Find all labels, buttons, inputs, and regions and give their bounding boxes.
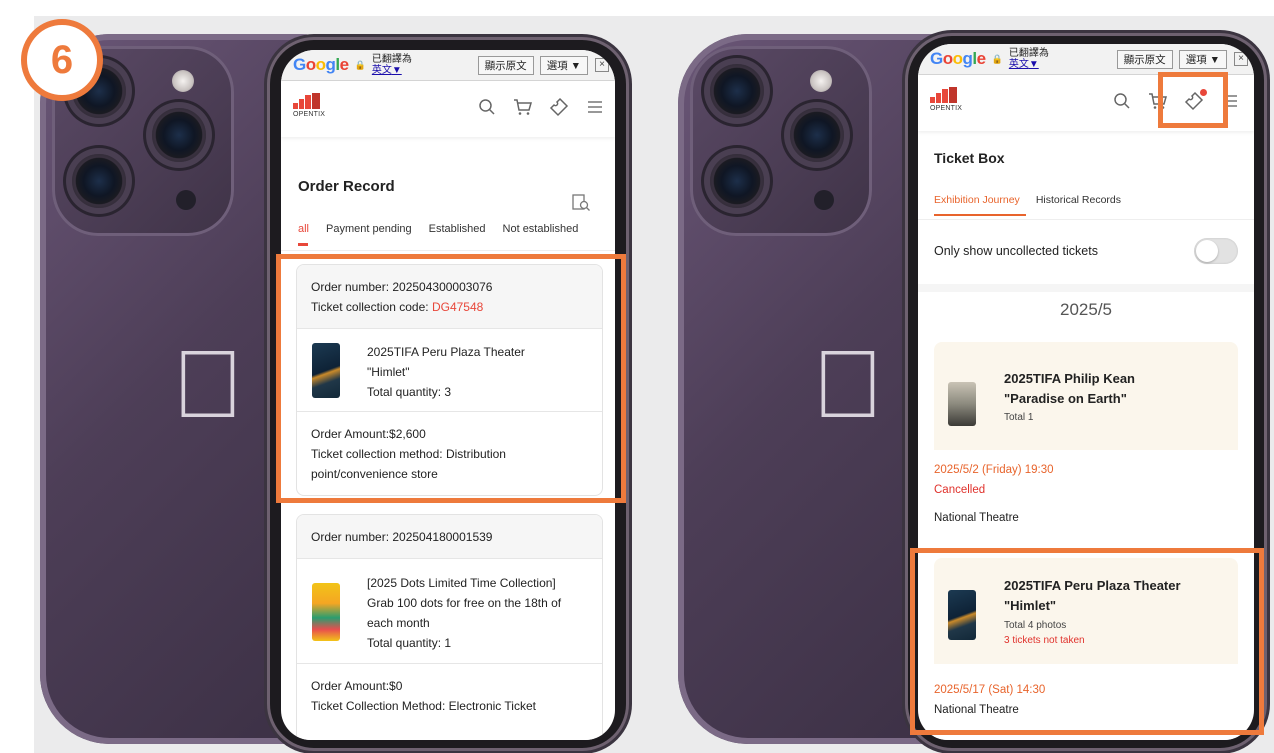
ticket-icon[interactable] <box>549 97 569 117</box>
tab-established[interactable]: Established <box>429 223 486 235</box>
tab-payment-pending[interactable]: Payment pending <box>326 223 412 235</box>
ticket-status: Cancelled <box>934 484 986 496</box>
apple-logo-icon:  <box>812 330 884 440</box>
options-button[interactable]: 選項 ▼ <box>539 55 588 75</box>
ticket-subtitle: "Paradise on Earth" <box>1004 391 1127 406</box>
google-translate-bar: Google 🔒 已翻譯為 英文▼ 顯示原文 選項 ▼ × <box>281 50 615 81</box>
lock-icon: 🔒 <box>991 53 1003 64</box>
search-icon[interactable] <box>1112 91 1132 111</box>
tabs-divider <box>918 219 1254 220</box>
opentix-logo[interactable]: OPENTIX <box>293 93 333 118</box>
cart-icon[interactable] <box>513 97 533 117</box>
dots-promo-thumbnail <box>312 583 340 641</box>
section-divider <box>918 284 1254 292</box>
app-header: OPENTIX <box>281 81 615 137</box>
order-status-tabs: all Payment pending Established Not esta… <box>298 223 578 235</box>
order-number: Order number: 202504180001539 <box>311 530 493 544</box>
options-button[interactable]: 選項 ▼ <box>1178 49 1227 69</box>
camera-lens-icon <box>710 64 764 118</box>
month-heading: 2025/5 <box>1060 300 1112 319</box>
opentix-logo[interactable]: OPENTIX <box>930 87 970 112</box>
close-icon[interactable]: × <box>595 58 609 72</box>
item-title-line2: Grab 100 dots for free on the 18th of <box>367 596 562 610</box>
ticket-title: 2025TIFA Philip Kean <box>1004 371 1136 386</box>
ticket-date: 2025/5/2 (Friday) 19:30 <box>934 464 1054 476</box>
active-tab-indicator <box>934 214 1026 216</box>
translated-to-indicator: 已翻譯為 英文▼ <box>372 54 412 76</box>
language-selector[interactable]: 英文▼ <box>372 65 412 76</box>
close-icon[interactable]: × <box>1234 52 1248 66</box>
translated-to-indicator: 已翻譯為 英文▼ <box>1009 48 1049 70</box>
show-original-button[interactable]: 顯示原文 <box>1116 49 1173 69</box>
item-title: [2025 Dots Limited Time Collection] <box>367 576 556 590</box>
ticket-card[interactable]: 2025TIFA Philip Kean "Paradise on Earth"… <box>934 342 1238 542</box>
google-translate-bar: Google 🔒 已翻譯為 英文▼ 顯示原文 選項 ▼ × <box>918 44 1254 75</box>
filter-search-icon[interactable] <box>571 194 591 217</box>
item-title-line3: each month <box>367 616 430 630</box>
uncollected-filter-label: Only show uncollected tickets <box>934 244 1098 258</box>
ticket-box-tabs: Exhibition Journey Historical Records <box>934 194 1121 206</box>
tab-all[interactable]: all <box>298 223 309 235</box>
order-card[interactable]: Order number: 202504180001539 [2025 Dots… <box>296 514 603 740</box>
highlight-box <box>1158 72 1228 128</box>
google-logo: Google <box>930 49 986 68</box>
uncollected-toggle[interactable] <box>1194 238 1238 264</box>
tab-not-established[interactable]: Not established <box>503 223 579 235</box>
camera-lens-icon <box>710 154 764 208</box>
translated-to-label: 已翻譯為 <box>371 54 412 65</box>
order-amount: Order Amount:$0 <box>311 679 403 693</box>
translated-to-label: 已翻譯為 <box>1008 48 1049 59</box>
page-title: Order Record <box>298 178 395 195</box>
highlight-box <box>910 548 1264 735</box>
ticket-total: Total 1 <box>1004 412 1034 423</box>
tab-exhibition-journey[interactable]: Exhibition Journey <box>934 194 1020 206</box>
ticket-venue: National Theatre <box>934 512 1019 524</box>
show-original-button[interactable]: 顯示原文 <box>477 55 534 75</box>
flash-icon <box>810 70 832 92</box>
lock-icon: 🔒 <box>354 59 366 70</box>
flash-icon <box>172 70 194 92</box>
menu-icon[interactable] <box>585 97 605 117</box>
google-logo: Google <box>293 55 349 74</box>
language-selector[interactable]: 英文▼ <box>1009 59 1049 70</box>
camera-lens-icon <box>72 154 126 208</box>
lidar-sensor-icon <box>176 190 196 210</box>
total-quantity: Total quantity: 1 <box>367 636 452 650</box>
camera-lens-icon <box>790 108 844 162</box>
step-number-badge: 6 <box>21 19 103 101</box>
search-icon[interactable] <box>477 97 497 117</box>
page-title: Ticket Box <box>934 150 1005 166</box>
camera-lens-icon <box>152 108 206 162</box>
lidar-sensor-icon <box>814 190 834 210</box>
collection-method: Ticket Collection Method: Electronic Tic… <box>311 699 536 713</box>
apple-logo-icon:  <box>172 330 244 440</box>
highlight-box <box>276 254 626 503</box>
tabs-divider <box>281 250 615 251</box>
active-tab-indicator <box>298 243 308 246</box>
tab-historical-records[interactable]: Historical Records <box>1036 194 1121 206</box>
event-poster-thumbnail <box>948 382 976 426</box>
